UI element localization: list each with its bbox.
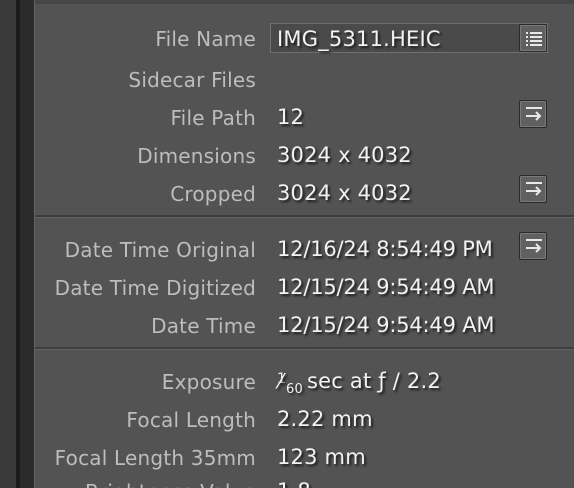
brightness-value: 1.8 bbox=[277, 478, 311, 488]
label-exposure: Exposure bbox=[161, 370, 256, 394]
label-dimensions: Dimensions bbox=[137, 144, 256, 168]
row-exposure: Exposure 1 ⁄ 60 sec at ƒ / 2.2 bbox=[35, 363, 574, 401]
section-divider bbox=[35, 215, 574, 218]
left-panel-edge bbox=[0, 0, 16, 488]
file-name-field[interactable]: IMG_5311.HEIC bbox=[270, 23, 548, 53]
label-cropped: Cropped bbox=[170, 182, 256, 206]
metadata-panel: File Name IMG_5311.HEIC Sidecar Files Fi… bbox=[34, 0, 574, 488]
label-date-time-digitized: Date Time Digitized bbox=[54, 276, 256, 300]
date-time-original-value: 12/16/24 8:54:49 PM bbox=[277, 237, 493, 261]
section-divider bbox=[35, 347, 574, 350]
label-sidecar-files: Sidecar Files bbox=[128, 68, 256, 92]
row-date-time-digitized: Date Time Digitized 12/15/24 9:54:49 AM bbox=[35, 269, 574, 307]
row-cropped: Cropped 3024 x 4032 bbox=[35, 175, 574, 213]
exposure-value: 1 ⁄ 60 sec at ƒ / 2.2 bbox=[277, 368, 441, 397]
row-file-path: File Path 12 bbox=[35, 99, 574, 137]
row-brightness-value: Brightness Value 1.8 bbox=[35, 473, 574, 488]
label-brightness-value: Brightness Value bbox=[85, 480, 256, 488]
go-to-arrow-icon[interactable] bbox=[519, 100, 547, 128]
date-time-value: 12/15/24 9:54:49 AM bbox=[277, 313, 495, 337]
label-focal-length-35mm: Focal Length 35mm bbox=[54, 446, 256, 470]
focal-length-35mm-value: 123 mm bbox=[277, 445, 366, 469]
fraction-denominator: 60 bbox=[286, 382, 303, 397]
label-file-path: File Path bbox=[170, 106, 256, 130]
file-name-value: IMG_5311.HEIC bbox=[277, 27, 441, 51]
label-focal-length: Focal Length bbox=[126, 408, 256, 432]
file-path-value: 12 bbox=[277, 105, 305, 129]
label-date-time-original: Date Time Original bbox=[64, 238, 256, 262]
go-to-arrow-icon[interactable] bbox=[519, 232, 547, 260]
row-dimensions: Dimensions 3024 x 4032 bbox=[35, 137, 574, 175]
dimensions-value: 3024 x 4032 bbox=[277, 143, 412, 167]
row-focal-length-35mm: Focal Length 35mm 123 mm bbox=[35, 439, 574, 477]
label-date-time: Date Time bbox=[151, 314, 256, 338]
panel-gutter bbox=[16, 0, 20, 488]
cropped-value: 3024 x 4032 bbox=[277, 181, 412, 205]
date-time-digitized-value: 12/15/24 9:54:49 AM bbox=[277, 275, 495, 299]
row-file-name: File Name IMG_5311.HEIC bbox=[35, 23, 574, 61]
list-icon[interactable] bbox=[519, 24, 547, 52]
row-sidecar-files: Sidecar Files bbox=[35, 61, 574, 99]
shutter-speed-fraction: 1 ⁄ 60 bbox=[277, 368, 307, 397]
row-date-time: Date Time 12/15/24 9:54:49 AM bbox=[35, 307, 574, 345]
exposure-value-rest: sec at ƒ / 2.2 bbox=[307, 369, 441, 393]
focal-length-value: 2.22 mm bbox=[277, 407, 373, 431]
row-focal-length: Focal Length 2.22 mm bbox=[35, 401, 574, 439]
go-to-arrow-icon[interactable] bbox=[519, 175, 547, 203]
row-date-time-original: Date Time Original 12/16/24 8:54:49 PM bbox=[35, 231, 574, 269]
label-file-name: File Name bbox=[155, 27, 256, 51]
panel-top-border bbox=[35, 0, 574, 4]
